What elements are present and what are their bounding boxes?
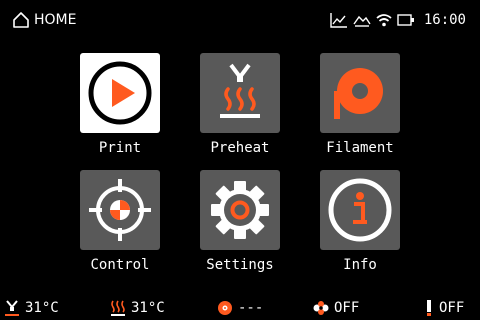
bed-temp-status[interactable]: 31°C bbox=[110, 296, 165, 320]
filament-status[interactable]: --- bbox=[217, 296, 263, 320]
heatbed-icon bbox=[111, 300, 125, 316]
info-tile[interactable] bbox=[320, 170, 400, 250]
fan-icon bbox=[313, 301, 329, 315]
heater-icon bbox=[220, 63, 260, 118]
preheat-label: Preheat bbox=[210, 140, 270, 156]
top-bar: HOME 16:00 bbox=[0, 0, 480, 40]
control-tile[interactable] bbox=[80, 170, 160, 250]
bottom-status-bar: 31°C 31°C --- OFF OFF bbox=[0, 296, 480, 320]
chart-icon bbox=[330, 13, 347, 28]
fan-value: OFF bbox=[334, 300, 360, 316]
preheat-tile[interactable] bbox=[200, 53, 280, 133]
print-tile[interactable] bbox=[80, 53, 160, 133]
nozzle-icon bbox=[5, 300, 19, 316]
filament-label: Filament bbox=[326, 140, 394, 156]
nozzle-temp-value: 31°C bbox=[25, 300, 59, 316]
control-label: Control bbox=[90, 257, 150, 273]
page-title: HOME bbox=[34, 12, 77, 28]
filament-tile[interactable] bbox=[320, 53, 400, 133]
cloud-icon bbox=[353, 15, 371, 27]
fan-status[interactable]: OFF bbox=[313, 296, 359, 320]
settings-label: Settings bbox=[206, 257, 274, 273]
crosshair-icon bbox=[89, 179, 151, 241]
system-status: 16:00 bbox=[330, 11, 466, 29]
filament-spool-icon bbox=[334, 68, 383, 119]
info-icon bbox=[328, 178, 392, 242]
nozzle-temp-status[interactable]: 31°C bbox=[4, 296, 59, 320]
light-value: OFF bbox=[439, 300, 465, 316]
home-icon bbox=[13, 12, 29, 28]
home-breadcrumb[interactable]: HOME bbox=[12, 11, 76, 29]
light-bar-icon bbox=[427, 300, 431, 316]
filament-spool-small-icon bbox=[218, 301, 232, 315]
battery-icon bbox=[397, 14, 414, 26]
gear-icon bbox=[211, 181, 269, 239]
info-label: Info bbox=[343, 257, 377, 273]
settings-tile[interactable] bbox=[200, 170, 280, 250]
bed-temp-value: 31°C bbox=[131, 300, 165, 316]
filament-value: --- bbox=[238, 300, 264, 316]
light-status[interactable]: OFF bbox=[424, 296, 464, 320]
play-icon bbox=[88, 61, 152, 125]
print-label: Print bbox=[98, 140, 142, 156]
wifi-icon bbox=[376, 14, 392, 27]
clock: 16:00 bbox=[423, 12, 466, 28]
